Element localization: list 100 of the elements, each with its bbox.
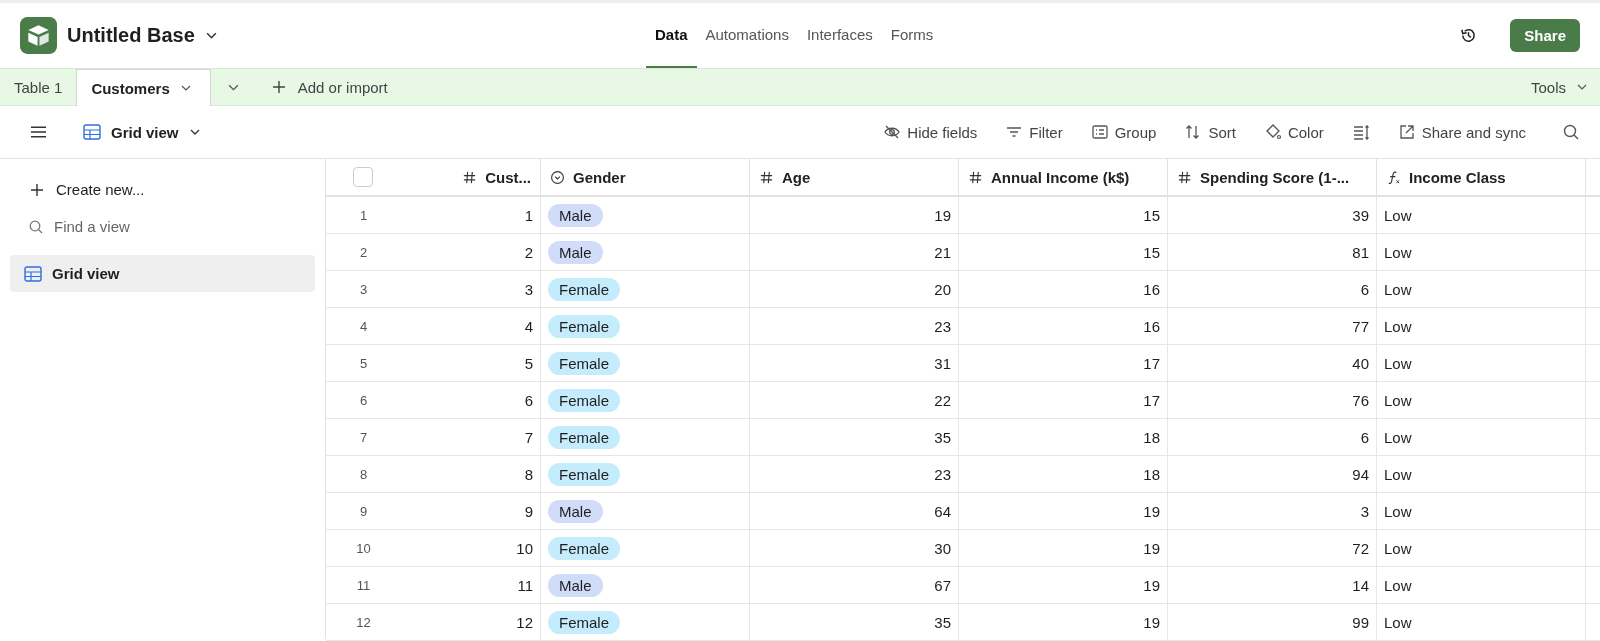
table-cell: Low bbox=[1377, 530, 1586, 566]
row-number: 10 bbox=[355, 539, 372, 558]
table-cell: Low bbox=[1377, 197, 1586, 233]
add-or-import-button[interactable]: Add or import bbox=[263, 69, 396, 105]
table-cell: 20 bbox=[750, 271, 959, 307]
column-header[interactable]: Income Class bbox=[1377, 159, 1586, 195]
gender-tag: Female bbox=[548, 462, 621, 486]
gender-tag: Female bbox=[548, 351, 621, 375]
column-header[interactable]: Spending Score (1-... bbox=[1168, 159, 1377, 195]
table-cell: 12 bbox=[401, 604, 541, 640]
table-cell: 35 bbox=[750, 419, 959, 455]
table-cell: Low bbox=[1377, 345, 1586, 381]
table-cell: 8 bbox=[401, 456, 541, 492]
gender-tag: Male bbox=[548, 240, 603, 264]
toolbar-button[interactable]: Group bbox=[1090, 123, 1157, 141]
table-cell: 11 bbox=[401, 567, 541, 603]
search-icon bbox=[28, 218, 44, 235]
table-cell: Low bbox=[1377, 567, 1586, 603]
nav-tab[interactable]: Interfaces bbox=[797, 3, 882, 68]
table-cell: Low bbox=[1377, 234, 1586, 270]
table-cell: 3 bbox=[401, 271, 541, 307]
eye-slash-icon[interactable] bbox=[883, 123, 902, 141]
table-cell: 18 bbox=[959, 456, 1168, 492]
table-cell: 6 bbox=[401, 382, 541, 418]
gender-tag: Female bbox=[548, 388, 621, 412]
row-number: 8 bbox=[358, 465, 369, 484]
plus-icon[interactable] bbox=[30, 182, 44, 197]
table-cell: Low bbox=[1377, 382, 1586, 418]
row-number: 7 bbox=[358, 428, 369, 447]
table-cell: Low bbox=[1377, 456, 1586, 492]
table-cell: 76 bbox=[1168, 382, 1377, 418]
table-cell: 40 bbox=[1168, 345, 1377, 381]
table-cell: 19 bbox=[959, 567, 1168, 603]
toolbar-button[interactable]: Color bbox=[1263, 123, 1324, 141]
table-cell: 2 bbox=[401, 234, 541, 270]
column-header[interactable]: Gender bbox=[541, 159, 750, 195]
plus-icon[interactable] bbox=[271, 80, 286, 94]
row-number: 4 bbox=[358, 317, 369, 336]
toolbar-button[interactable]: Filter bbox=[1005, 123, 1063, 141]
table-cell: 14 bbox=[1168, 567, 1377, 603]
table-cell: 1 bbox=[401, 197, 541, 233]
table-cell: 4 bbox=[401, 308, 541, 344]
toolbar-button[interactable]: Sort bbox=[1184, 123, 1236, 141]
table-tab[interactable]: Table 1 bbox=[0, 69, 77, 105]
table-cell: 67 bbox=[750, 567, 959, 603]
base-title[interactable]: Untitled Base bbox=[67, 24, 195, 47]
table-cell: 5 bbox=[401, 345, 541, 381]
gender-tag: Male bbox=[548, 499, 603, 523]
tools-menu[interactable]: Tools bbox=[1518, 69, 1600, 105]
column-header[interactable]: Age bbox=[750, 159, 959, 195]
row-height-icon[interactable] bbox=[1351, 123, 1370, 141]
share-button[interactable]: Share bbox=[1510, 19, 1580, 52]
table-cell: 7 bbox=[401, 419, 541, 455]
row-number: 3 bbox=[358, 280, 369, 299]
column-header[interactable]: Cust... bbox=[401, 159, 541, 195]
table-cell: Low bbox=[1377, 604, 1586, 640]
chevron-circle-icon bbox=[550, 169, 565, 185]
row-number: 6 bbox=[358, 391, 369, 410]
external-link-icon[interactable] bbox=[1397, 123, 1416, 141]
gender-tag: Female bbox=[548, 425, 621, 449]
table-cell: 31 bbox=[750, 345, 959, 381]
toolbar-button[interactable]: Share and sync bbox=[1397, 123, 1526, 141]
gender-tag: Male bbox=[548, 573, 603, 597]
table-cell: Low bbox=[1377, 308, 1586, 344]
gender-tag: Female bbox=[548, 314, 621, 338]
table-cell: 6 bbox=[1168, 419, 1377, 455]
hash-icon bbox=[1177, 169, 1192, 185]
table-cell: 21 bbox=[750, 234, 959, 270]
table-cell: 23 bbox=[750, 456, 959, 492]
table-cell: 19 bbox=[959, 530, 1168, 566]
table-cell: 19 bbox=[959, 493, 1168, 529]
nav-tab[interactable]: Forms bbox=[881, 3, 943, 68]
table-cell: 19 bbox=[959, 604, 1168, 640]
table-tab[interactable]: Customers bbox=[76, 69, 211, 106]
row-number: 11 bbox=[355, 576, 372, 595]
table-cell: 94 bbox=[1168, 456, 1377, 492]
table-cell: 81 bbox=[1168, 234, 1377, 270]
row-number: 2 bbox=[358, 243, 369, 262]
gender-tag: Female bbox=[548, 610, 621, 634]
select-all-checkbox[interactable] bbox=[353, 167, 373, 187]
table-cell: Low bbox=[1377, 271, 1586, 307]
table-cell: 17 bbox=[959, 382, 1168, 418]
hash-icon bbox=[968, 169, 983, 185]
view-switcher[interactable]: Grid view bbox=[83, 123, 201, 141]
grid-icon[interactable] bbox=[83, 124, 101, 140]
table-cell: 22 bbox=[750, 382, 959, 418]
toolbar-button[interactable]: Hide fields bbox=[883, 123, 978, 141]
table-cell: 6 bbox=[1168, 271, 1377, 307]
app-logo-icon[interactable] bbox=[20, 17, 57, 54]
row-number: 5 bbox=[358, 354, 369, 373]
sidebar-view-item[interactable]: Grid view bbox=[10, 255, 315, 292]
column-header[interactable]: Annual Income (k$) bbox=[959, 159, 1168, 195]
list-icon[interactable] bbox=[1090, 123, 1109, 141]
create-new-button[interactable]: Create new... bbox=[10, 175, 315, 204]
search-icon[interactable] bbox=[1562, 123, 1580, 141]
table-cell: 30 bbox=[750, 530, 959, 566]
nav-tab[interactable]: Automations bbox=[696, 3, 798, 68]
table-cell: 72 bbox=[1168, 530, 1377, 566]
menu-icon[interactable] bbox=[30, 125, 47, 139]
table-cell: 77 bbox=[1168, 308, 1377, 344]
